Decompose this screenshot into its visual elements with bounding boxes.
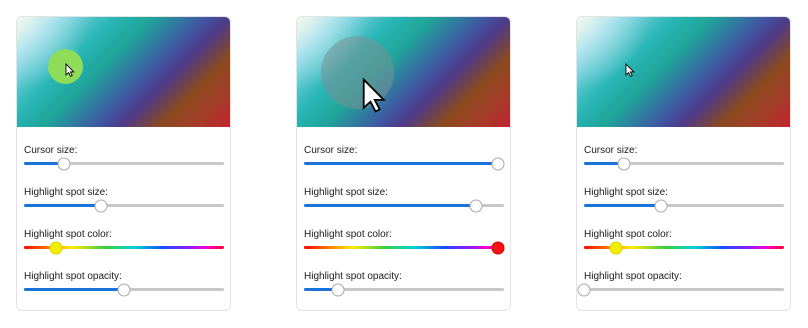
cursor-settings-card: Cursor size: Highlight spot size: Highli…: [296, 16, 511, 311]
slider-thumb[interactable]: [491, 241, 505, 254]
spot-size-label: Highlight spot size:: [584, 187, 668, 198]
cursor-size-label: Cursor size:: [304, 145, 358, 156]
spot-opacity-label: Highlight spot opacity:: [304, 271, 402, 282]
spot-size-slider[interactable]: [24, 199, 224, 212]
spot-opacity-label: Highlight spot opacity:: [24, 271, 122, 282]
arrow-cursor-icon: [362, 77, 386, 113]
arrow-cursor-icon: [65, 63, 75, 77]
cursor-preview: [17, 17, 230, 127]
slider-thumb[interactable]: [491, 157, 505, 170]
arrow-cursor-icon: [625, 63, 635, 77]
cursor-preview: [297, 17, 510, 127]
slider-thumb[interactable]: [469, 199, 483, 212]
cursor-size-slider[interactable]: [304, 157, 505, 170]
spot-opacity-slider[interactable]: [24, 283, 224, 296]
controls: Cursor size: Highlight spot size: Highli…: [17, 127, 230, 310]
spot-color-slider[interactable]: [304, 241, 505, 254]
spot-size-slider[interactable]: [304, 199, 504, 212]
spot-size-slider[interactable]: [584, 199, 784, 212]
spot-size-label: Highlight spot size:: [24, 187, 108, 198]
spot-color-label: Highlight spot color:: [24, 229, 112, 240]
spot-color-label: Highlight spot color:: [304, 229, 392, 240]
slider-thumb[interactable]: [117, 283, 131, 296]
spot-opacity-label: Highlight spot opacity:: [584, 271, 682, 282]
cursor-size-label: Cursor size:: [584, 145, 638, 156]
cursor-size-slider[interactable]: [584, 157, 784, 170]
slider-thumb[interactable]: [49, 241, 63, 254]
spot-opacity-slider[interactable]: [304, 283, 504, 296]
cursor-size-label: Cursor size:: [24, 145, 78, 156]
slider-thumb[interactable]: [654, 199, 668, 212]
cursor-settings-card: Cursor size: Highlight spot size: Highli…: [16, 16, 231, 311]
slider-thumb[interactable]: [331, 283, 345, 296]
slider-thumb[interactable]: [617, 157, 631, 170]
slider-thumb[interactable]: [577, 283, 591, 296]
spot-color-label: Highlight spot color:: [584, 229, 672, 240]
slider-thumb[interactable]: [57, 157, 71, 170]
cursor-settings-card: Cursor size: Highlight spot size: Highli…: [576, 16, 791, 311]
slider-thumb[interactable]: [609, 241, 623, 254]
spot-size-label: Highlight spot size:: [304, 187, 388, 198]
cursor-preview: [577, 17, 790, 127]
spot-color-slider[interactable]: [584, 241, 784, 254]
controls: Cursor size: Highlight spot size: Highli…: [577, 127, 790, 310]
controls: Cursor size: Highlight spot size: Highli…: [297, 127, 510, 310]
spot-color-slider[interactable]: [24, 241, 224, 254]
cursor-size-slider[interactable]: [24, 157, 224, 170]
slider-thumb[interactable]: [94, 199, 108, 212]
spot-opacity-slider[interactable]: [577, 283, 784, 296]
